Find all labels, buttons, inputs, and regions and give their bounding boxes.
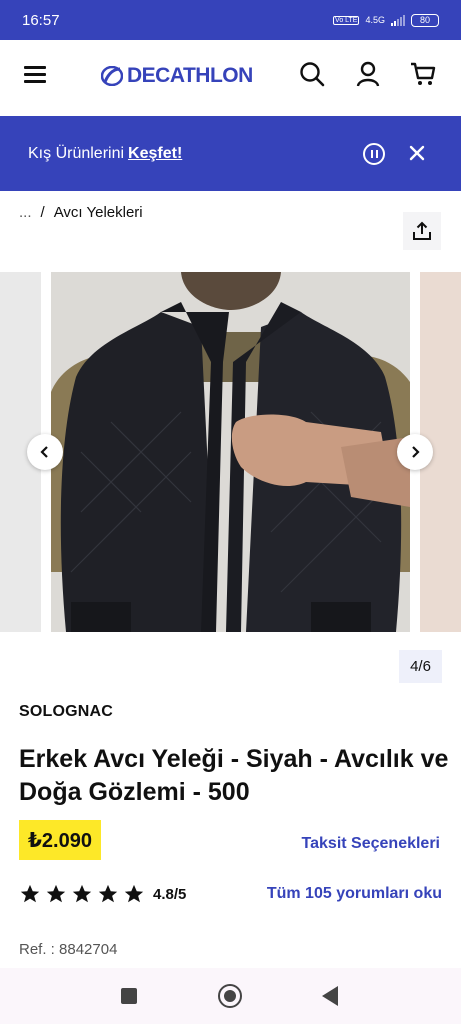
status-icons: Vo LTE 4.5G 80 [333,13,439,27]
close-icon[interactable] [406,142,428,164]
promo-banner: Kış Ürünlerini Keşfet! [0,116,461,191]
breadcrumb-separator: / [40,204,45,221]
product-image[interactable] [51,272,410,632]
decathlon-logo[interactable]: DECATHLON [101,64,253,88]
signal-icon [391,14,405,26]
site-header: DECATHLON [0,40,461,114]
image-counter: 4/6 [399,650,442,683]
installments-link[interactable]: Taksit Seçenekleri [302,835,440,853]
product-ref: Ref. : 8842704 [19,941,118,958]
product-price: ₺2.090 [19,820,101,860]
volte-icon: Vo LTE [333,15,360,25]
chevron-left-icon [40,446,48,458]
next-image-button[interactable] [397,434,433,470]
breadcrumb-current[interactable]: Avcı Yelekleri [54,204,143,221]
share-button[interactable] [403,212,441,250]
logo-text: DECATHLON [127,64,253,87]
star-icon [124,884,144,903]
product-title: Erkek Avcı Yeleği - Siyah - Avcılık ve D… [19,745,449,806]
star-icon [46,884,66,903]
rating-stars[interactable]: 4.8/5 [19,883,186,905]
status-time: 16:57 [22,11,60,29]
star-icon [20,884,40,903]
previous-image-button[interactable] [27,434,63,470]
menu-icon[interactable] [24,66,46,84]
back-icon[interactable] [322,986,338,1006]
breadcrumb: ... / Avcı Yelekleri [19,204,143,221]
recents-icon[interactable] [121,988,137,1004]
banner-link[interactable]: Keşfet! [128,145,182,163]
pause-icon[interactable] [363,143,385,165]
search-icon[interactable] [298,60,326,88]
network-type: 4.5G [365,14,385,25]
breadcrumb-ellipsis[interactable]: ... [19,204,32,221]
logo-mark-icon [101,66,123,86]
vest-photo [51,272,410,632]
star-icon [72,884,92,903]
banner-text: Kış Ürünlerini [28,144,125,162]
account-icon[interactable] [354,60,382,88]
home-icon[interactable] [218,984,242,1008]
status-bar: 16:57 Vo LTE 4.5G 80 [0,0,461,40]
reviews-link[interactable]: Tüm 105 yorumları oku [267,885,442,903]
chevron-right-icon [412,446,420,458]
product-gallery[interactable] [0,272,461,632]
battery-icon: 80 [411,13,439,27]
system-nav-bar [0,968,461,1024]
share-icon [413,221,431,240]
star-icon [98,884,118,903]
battery-level: 80 [419,15,430,25]
cart-icon[interactable] [409,60,437,88]
product-brand[interactable]: SOLOGNAC [19,703,113,721]
rating-value: 4.8/5 [153,885,187,903]
